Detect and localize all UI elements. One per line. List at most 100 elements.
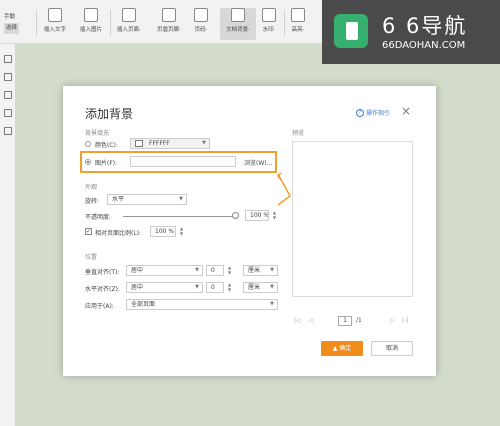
add-background-dialog: 添加背景 ? 操作指引 × 背景填充 颜色(C): FFFFFF ▼ 图片(F)… — [63, 86, 436, 376]
highlight-icon — [291, 8, 305, 22]
header-footer-button[interactable]: 页眉页脚· — [157, 8, 181, 40]
vertical-align-select[interactable]: 居中 ▼ — [126, 265, 203, 276]
attachment-icon[interactable] — [4, 109, 12, 117]
color-select[interactable]: FFFFFF ▼ — [130, 138, 210, 149]
chevron-down-icon: ▼ — [270, 267, 274, 273]
header-footer-icon — [161, 8, 176, 22]
color-label: 颜色(C): — [95, 142, 118, 149]
insert-page-label: 插入页面· — [117, 27, 141, 33]
stamp-icon[interactable] — [4, 127, 12, 135]
toolbar-divider — [284, 10, 285, 36]
close-button[interactable]: × — [401, 104, 411, 118]
picture-field-highlight — [80, 151, 277, 173]
vertical-offset-spinner[interactable]: ▲ ▼ — [226, 265, 233, 276]
chevron-down-icon: ▼ — [270, 301, 274, 307]
thumbnail-icon[interactable] — [4, 73, 12, 81]
hand-select-tools: 手動 选择 — [4, 12, 20, 34]
horizontal-offset-input[interactable]: 0 — [206, 282, 224, 293]
image-icon — [84, 8, 98, 22]
logo-domain: 66DAOHAN.COM — [382, 40, 466, 51]
horizontal-offset-spinner[interactable]: ▲ ▼ — [226, 282, 233, 293]
bookmark-icon[interactable] — [4, 55, 12, 63]
header-footer-label: 页眉页脚· — [157, 27, 181, 33]
page-number-icon — [194, 8, 208, 22]
chevron-down-icon: ▼ — [179, 196, 183, 202]
color-radio[interactable] — [85, 141, 91, 147]
insert-image-label: 插入图片 — [80, 27, 103, 33]
position-section-label: 位置 — [85, 254, 98, 261]
watermark-icon — [262, 8, 276, 22]
last-page-icon[interactable]: ▷| — [402, 317, 409, 324]
help-label: 操作指引 — [366, 110, 391, 117]
scale-checkbox[interactable]: ✓ — [85, 228, 92, 235]
document-background-label: 文档背景· — [226, 27, 250, 33]
hand-tool[interactable]: 手動 — [4, 12, 19, 23]
horizontal-unit-value: 厘米 — [248, 284, 261, 291]
opacity-slider-thumb[interactable] — [232, 212, 239, 219]
chevron-down-icon: ▼ — [195, 267, 199, 273]
insert-page-button[interactable]: 插入页面· — [117, 8, 141, 40]
vertical-align-value: 居中 — [131, 267, 144, 274]
insert-image-button[interactable]: 插入图片 — [80, 8, 102, 40]
insert-text-label: 插入文字 — [44, 27, 67, 33]
page-number-button[interactable]: 页码· — [194, 8, 208, 40]
select-tool[interactable]: 选择 — [4, 23, 20, 34]
rotation-label: 旋转: — [85, 198, 100, 205]
logo-name: 6 6导航 — [382, 14, 468, 38]
highlight-label: 高亮· — [291, 27, 305, 33]
watermark-button[interactable]: 水印· — [262, 8, 276, 40]
horizontal-align-label: 水平对齐(Z): — [85, 286, 120, 293]
prev-page-icon[interactable]: ◁ — [309, 317, 314, 324]
horizontal-align-select[interactable]: 居中 ▼ — [126, 282, 203, 293]
watermark-label: 水印· — [262, 27, 276, 33]
chevron-down-icon: ▼ — [202, 140, 206, 146]
site-logo: 6 6导航 66DAOHAN.COM — [322, 0, 500, 64]
document-background-button[interactable]: 文档背景· — [220, 8, 256, 40]
page-number-input[interactable]: 1 — [338, 316, 352, 326]
color-value: FFFFFF — [149, 140, 170, 147]
opacity-input[interactable]: 100 % — [245, 210, 269, 221]
toolbar-divider — [36, 10, 37, 36]
fill-section-label: 背景填充 — [85, 130, 110, 137]
page-number-label: 页码· — [194, 27, 208, 33]
background-icon — [231, 8, 245, 22]
toolbar-divider — [110, 10, 111, 36]
comment-icon[interactable] — [4, 91, 12, 99]
left-sidebar — [0, 44, 16, 426]
first-page-icon[interactable]: |◁ — [294, 317, 301, 324]
apply-to-select[interactable]: 全部页面 ▼ — [126, 299, 278, 310]
preview-label: 预览 — [292, 130, 305, 137]
chevron-down-icon: ▼ — [195, 284, 199, 290]
apply-to-value: 全部页面 — [131, 301, 156, 308]
opacity-label: 不透明度: — [85, 214, 112, 221]
chevron-down-icon: ▼ — [270, 284, 274, 290]
apply-to-label: 应用于(A): — [85, 303, 114, 310]
help-link[interactable]: ? 操作指引 — [356, 108, 390, 117]
logo-mark-icon — [334, 14, 368, 48]
color-swatch — [135, 140, 143, 147]
ok-label: 确定 — [339, 345, 352, 352]
scale-input[interactable]: 100 % — [150, 226, 176, 237]
insert-text-button[interactable]: 插入文字 — [44, 8, 66, 40]
ok-button[interactable]: ▲ 确定 — [321, 341, 363, 356]
highlight-button[interactable]: 高亮· — [291, 8, 305, 40]
preview-area — [292, 141, 413, 297]
next-page-icon[interactable]: ▷ — [390, 317, 395, 324]
vertical-align-label: 垂直对齐(T): — [85, 269, 120, 276]
dialog-title: 添加背景 — [85, 107, 134, 121]
appearance-section-label: 外观 — [85, 184, 98, 191]
cancel-button[interactable]: 取消 — [371, 341, 413, 356]
vertical-unit-select[interactable]: 厘米 ▼ — [243, 265, 278, 276]
text-icon — [48, 8, 62, 22]
opacity-slider-track[interactable] — [123, 216, 235, 217]
rotation-select[interactable]: 水平 ▼ — [107, 194, 187, 205]
help-icon: ? — [356, 108, 364, 117]
vertical-offset-input[interactable]: 0 — [206, 265, 224, 276]
scale-label: 相对页面比例(L): — [95, 230, 142, 237]
rotation-value: 水平 — [112, 196, 125, 203]
vertical-unit-value: 厘米 — [248, 267, 261, 274]
horizontal-unit-select[interactable]: 厘米 ▼ — [243, 282, 278, 293]
horizontal-align-value: 居中 — [131, 284, 144, 291]
scale-spinner[interactable]: ▲ ▼ — [178, 226, 185, 237]
opacity-spinner[interactable]: ▲ ▼ — [271, 210, 278, 221]
